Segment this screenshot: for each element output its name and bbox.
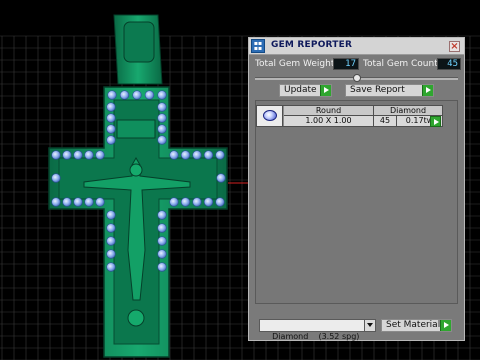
- play-arrow-icon: [320, 85, 331, 96]
- table-divider: [396, 116, 397, 126]
- round-gem: [106, 135, 116, 145]
- round-gem: [157, 249, 167, 259]
- round-gem: [73, 150, 83, 160]
- panel-title: GEM REPORTER: [271, 40, 353, 50]
- round-gem: [62, 197, 72, 207]
- total-gem-weight-label: Total Gem Weight: [255, 59, 335, 69]
- round-gem: [157, 135, 167, 145]
- gem-thumbnail: [257, 106, 283, 126]
- round-gem: [157, 102, 167, 112]
- close-icon[interactable]: ×: [449, 41, 460, 52]
- update-button-label: Update: [284, 85, 317, 95]
- material-select-value: Diamond (3.52 spg): [272, 332, 360, 341]
- round-gem-icon: [263, 110, 277, 121]
- gem-row-select-arrow-icon[interactable]: [430, 116, 441, 127]
- save-report-button[interactable]: Save Report: [345, 84, 434, 97]
- round-gem: [215, 150, 225, 160]
- round-gem: [215, 197, 225, 207]
- round-gem: [62, 150, 72, 160]
- round-gem: [203, 197, 214, 207]
- round-gem: [157, 223, 167, 233]
- round-gem: [157, 262, 167, 272]
- material-select[interactable]: Diamond (3.52 spg): [259, 319, 376, 341]
- round-gem: [157, 113, 167, 123]
- round-gem: [216, 173, 226, 183]
- round-gem: [157, 210, 167, 220]
- round-gem: [106, 124, 116, 134]
- skull-engraving: [127, 309, 145, 327]
- gem-shape-header: Round: [284, 106, 373, 116]
- report-slider-thumb[interactable]: [353, 74, 361, 82]
- round-gem: [157, 90, 167, 100]
- cross-plaque: [116, 119, 156, 139]
- total-gem-weight-value: 17: [333, 58, 359, 70]
- set-material-button[interactable]: Set Material: [381, 319, 452, 332]
- round-gem: [106, 249, 116, 259]
- gem-table: Round Diamond 1.00 X 1.00 45 0.17tw: [256, 105, 443, 127]
- round-gem: [192, 150, 202, 160]
- set-material-button-label: Set Material: [386, 320, 441, 330]
- bail-engraving: [123, 21, 155, 63]
- round-gem: [95, 150, 105, 160]
- round-gem: [106, 113, 116, 123]
- total-gem-count-value: 45: [437, 58, 461, 70]
- app-logo-icon: ▪▪ ▪▪: [251, 39, 265, 53]
- round-gem: [84, 197, 94, 207]
- round-gem: [169, 150, 179, 160]
- gem-material-header: Diamond: [374, 106, 442, 116]
- round-gem: [106, 102, 116, 112]
- gem-reporter-panel: ▪▪ ▪▪ GEM REPORTER × Total Gem Weight 17 …: [248, 37, 465, 341]
- round-gem: [84, 150, 94, 160]
- gem-size-cell: 1.00 X 1.00: [284, 116, 373, 126]
- round-gem: [95, 197, 105, 207]
- figure-head: [129, 163, 143, 177]
- round-gem: [73, 197, 83, 207]
- panel-titlebar[interactable]: ▪▪ ▪▪ GEM REPORTER ×: [249, 38, 464, 55]
- play-arrow-icon: [440, 320, 451, 331]
- round-gem: [157, 236, 167, 246]
- gem-list-area: [255, 100, 458, 304]
- chevron-down-icon[interactable]: [364, 320, 375, 331]
- play-arrow-icon: [422, 85, 433, 96]
- round-gem: [107, 90, 117, 100]
- round-gem: [192, 197, 202, 207]
- save-report-button-label: Save Report: [350, 85, 405, 95]
- round-gem: [51, 150, 61, 160]
- round-gem: [203, 150, 214, 160]
- round-gem: [169, 197, 179, 207]
- round-gem: [180, 150, 191, 160]
- round-gem: [157, 124, 167, 134]
- update-button[interactable]: Update: [279, 84, 332, 97]
- round-gem: [51, 197, 61, 207]
- cross-pendant-model[interactable]: [48, 14, 228, 358]
- round-gem: [144, 90, 155, 100]
- round-gem: [51, 173, 61, 183]
- total-gem-count-label: Total Gem Count: [363, 59, 438, 69]
- table-divider: [373, 106, 374, 126]
- round-gem: [106, 262, 116, 272]
- round-gem: [106, 210, 116, 220]
- round-gem: [106, 223, 116, 233]
- round-gem: [180, 197, 191, 207]
- round-gem: [132, 90, 142, 100]
- gem-count-cell: 45: [374, 116, 396, 126]
- round-gem: [106, 236, 116, 246]
- round-gem: [119, 90, 130, 100]
